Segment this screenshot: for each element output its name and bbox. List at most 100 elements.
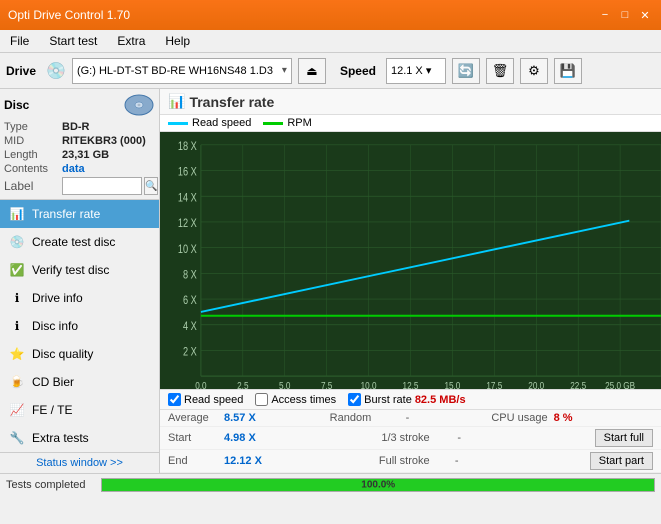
drive-label: Drive bbox=[6, 64, 36, 78]
start-full-button[interactable]: Start full bbox=[595, 429, 653, 447]
app-title: Opti Drive Control 1.70 bbox=[8, 8, 130, 22]
legend-rpm-color bbox=[263, 122, 283, 125]
access-times-checkbox-label: Access times bbox=[271, 394, 336, 406]
svg-text:25.0 GB: 25.0 GB bbox=[605, 380, 635, 389]
drive-select-value: (G:) HL-DT-ST BD-RE WH16NS48 1.D3 bbox=[77, 65, 278, 77]
nav-item-drive-info[interactable]: ℹ Drive info bbox=[0, 284, 159, 312]
burst-rate-value: 82.5 MB/s bbox=[415, 394, 466, 406]
right-panel: 📊 Transfer rate Read speed RPM bbox=[160, 89, 661, 473]
create-test-disc-icon: 💿 bbox=[8, 233, 26, 251]
type-value: BD-R bbox=[62, 121, 90, 133]
type-label: Type bbox=[4, 121, 62, 133]
nav-item-disc-info[interactable]: ℹ Disc info bbox=[0, 312, 159, 340]
access-times-checkbox[interactable] bbox=[255, 393, 268, 406]
maximize-button[interactable]: □ bbox=[617, 7, 633, 23]
chart-title: Transfer rate bbox=[189, 94, 274, 110]
svg-text:22.5: 22.5 bbox=[570, 380, 586, 389]
average-value: 8.57 X bbox=[224, 412, 259, 424]
cpu-value: 8 % bbox=[554, 412, 573, 424]
read-speed-checkbox[interactable] bbox=[168, 393, 181, 406]
disc-icon bbox=[123, 93, 155, 117]
chart-header-icon: 📊 bbox=[168, 93, 185, 110]
burst-rate-checkbox[interactable] bbox=[348, 393, 361, 406]
menu-extra[interactable]: Extra bbox=[111, 32, 151, 50]
legend-rpm-label: RPM bbox=[287, 117, 311, 129]
transfer-rate-icon: 📊 bbox=[8, 205, 26, 223]
settings-button[interactable]: ⚙ bbox=[520, 58, 548, 84]
svg-text:12 X: 12 X bbox=[178, 218, 197, 230]
label-browse-button[interactable]: 🔍 bbox=[144, 177, 158, 195]
svg-text:20.0: 20.0 bbox=[528, 380, 544, 389]
stat-random: Random - bbox=[330, 412, 492, 424]
start-part-button[interactable]: Start part bbox=[590, 452, 653, 470]
drive-select[interactable]: (G:) HL-DT-ST BD-RE WH16NS48 1.D3 ▾ bbox=[72, 58, 292, 84]
svg-text:12.5: 12.5 bbox=[403, 380, 419, 389]
nav-label-cd-bier: CD Bier bbox=[32, 375, 74, 389]
random-label: Random bbox=[330, 412, 400, 424]
access-times-checkbox-item: Access times bbox=[255, 393, 336, 406]
length-value: 23,31 GB bbox=[62, 149, 109, 161]
left-panel: Disc Type BD-R MID RITEKBR3 (000) bbox=[0, 89, 160, 473]
nav-item-transfer-rate[interactable]: 📊 Transfer rate bbox=[0, 200, 159, 228]
type-row: Type BD-R bbox=[4, 121, 155, 133]
svg-text:4 X: 4 X bbox=[183, 321, 197, 333]
cpu-label: CPU usage bbox=[491, 412, 547, 424]
contents-value[interactable]: data bbox=[62, 163, 85, 175]
svg-text:7.5: 7.5 bbox=[321, 380, 332, 389]
label-input[interactable] bbox=[62, 177, 142, 195]
cd-bier-icon: 🍺 bbox=[8, 373, 26, 391]
disc-section: Disc Type BD-R MID RITEKBR3 (000) bbox=[0, 89, 159, 200]
speed-select[interactable]: 12.1 X ▾ bbox=[386, 58, 446, 84]
menu-help[interactable]: Help bbox=[159, 32, 196, 50]
disc-quality-icon: ⭐ bbox=[8, 345, 26, 363]
speed-value: 12.1 X ▾ bbox=[391, 64, 431, 77]
nav-item-disc-quality[interactable]: ⭐ Disc quality bbox=[0, 340, 159, 368]
stroke-label: 1/3 stroke bbox=[381, 432, 451, 444]
svg-text:0.0: 0.0 bbox=[195, 380, 206, 389]
chart-controls: Read speed Access times Burst rate 82.5 … bbox=[160, 389, 661, 409]
chart-header: 📊 Transfer rate bbox=[160, 89, 661, 115]
nav-label-extra-tests: Extra tests bbox=[32, 431, 89, 445]
stat-full-stroke: Full stroke - bbox=[379, 455, 590, 467]
nav-item-verify-test-disc[interactable]: ✅ Verify test disc bbox=[0, 256, 159, 284]
close-button[interactable]: ✕ bbox=[637, 7, 653, 23]
minimize-button[interactable]: − bbox=[597, 7, 613, 23]
stats-row-2: Start 4.98 X 1/3 stroke - Start full bbox=[160, 427, 661, 450]
burst-rate-checkbox-item: Burst rate 82.5 MB/s bbox=[348, 393, 465, 406]
drive-info-icon: ℹ bbox=[8, 289, 26, 307]
status-window-button[interactable]: Status window >> bbox=[0, 452, 159, 473]
status-bar: Tests completed 100.0% bbox=[0, 473, 661, 495]
svg-text:10 X: 10 X bbox=[178, 244, 197, 256]
svg-text:16 X: 16 X bbox=[178, 167, 197, 179]
average-label: Average bbox=[168, 412, 218, 424]
svg-text:6 X: 6 X bbox=[183, 295, 197, 307]
chart-area: 18 X 16 X 14 X 12 X 10 X 8 X 6 X 4 X 2 X… bbox=[160, 132, 661, 389]
drive-icon: 💿 bbox=[46, 61, 66, 81]
stat-cpu: CPU usage 8 % bbox=[491, 412, 653, 424]
progress-label: 100.0% bbox=[361, 479, 395, 490]
end-label: End bbox=[168, 455, 218, 467]
erase-button[interactable]: 🗑 bbox=[486, 58, 514, 84]
nav-item-fe-te[interactable]: 📈 FE / TE bbox=[0, 396, 159, 424]
stats-area: Average 8.57 X Random - CPU usage 8 % St… bbox=[160, 409, 661, 473]
refresh-button[interactable]: 🔄 bbox=[452, 58, 480, 84]
nav-item-extra-tests[interactable]: 🔧 Extra tests bbox=[0, 424, 159, 452]
mid-value: RITEKBR3 (000) bbox=[62, 135, 146, 147]
svg-text:17.5: 17.5 bbox=[486, 380, 502, 389]
stat-average: Average 8.57 X bbox=[168, 412, 330, 424]
eject-button[interactable]: ⏏ bbox=[298, 58, 326, 84]
label-row: Label 🔍 bbox=[4, 177, 155, 195]
random-value: - bbox=[406, 412, 426, 424]
svg-text:2.5: 2.5 bbox=[237, 380, 248, 389]
menu-file[interactable]: File bbox=[4, 32, 35, 50]
save-button[interactable]: 💾 bbox=[554, 58, 582, 84]
svg-text:14 X: 14 X bbox=[178, 193, 197, 205]
window-controls: − □ ✕ bbox=[597, 7, 653, 23]
chart-svg: 18 X 16 X 14 X 12 X 10 X 8 X 6 X 4 X 2 X… bbox=[160, 132, 661, 389]
svg-text:5.0: 5.0 bbox=[279, 380, 290, 389]
nav-label-fe-te: FE / TE bbox=[32, 403, 72, 417]
menu-start-test[interactable]: Start test bbox=[43, 32, 103, 50]
nav-item-cd-bier[interactable]: 🍺 CD Bier bbox=[0, 368, 159, 396]
nav-item-create-test-disc[interactable]: 💿 Create test disc bbox=[0, 228, 159, 256]
nav-label-disc-quality: Disc quality bbox=[32, 347, 93, 361]
